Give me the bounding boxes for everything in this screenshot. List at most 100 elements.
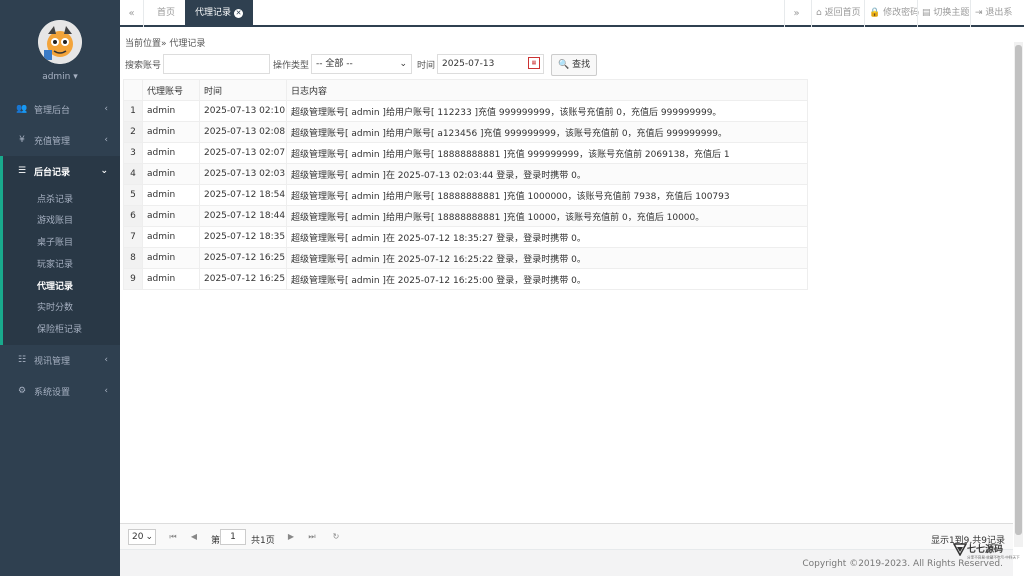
submenu-item-kill-records[interactable]: 点杀记录 — [37, 192, 73, 205]
scroll-tabs-right-button[interactable]: » — [784, 0, 808, 27]
vertical-scrollbar[interactable] — [1014, 42, 1023, 547]
row-number: 2 — [123, 121, 143, 143]
row-number-header — [123, 79, 143, 101]
username-dropdown[interactable]: admin ▾ — [0, 72, 120, 82]
yen-icon: ¥ — [19, 135, 25, 145]
prev-page-button[interactable]: ◀ — [186, 529, 202, 545]
cell-log: 超级管理账号[ admin ]在 2025-07-12 18:35:27 登录，… — [286, 226, 808, 248]
submenu-item-game-accounts[interactable]: 游戏账目 — [37, 213, 73, 226]
menu-label: 充值管理 — [34, 136, 71, 147]
cell-account: admin — [142, 184, 200, 206]
cell-log: 超级管理账号[ admin ]在 2025-07-13 02:03:44 登录，… — [286, 163, 808, 185]
column-header-account[interactable]: 代理账号 — [142, 79, 200, 101]
scrollbar-thumb[interactable] — [1015, 45, 1022, 535]
table-row[interactable]: 1admin2025-07-13 02:10:48超级管理账号[ admin ]… — [123, 100, 808, 122]
first-page-button[interactable]: ⏮ — [165, 529, 181, 545]
switch-theme-button[interactable]: ▤ 切换主题 — [917, 0, 973, 27]
cell-log: 超级管理账号[ admin ]给用户账号[ 18888888881 ]充值 99… — [286, 142, 808, 164]
cell-time: 2025-07-13 02:03:44 — [199, 163, 287, 185]
calendar-icon[interactable]: ▦ — [528, 57, 540, 69]
menu-label: 视讯管理 — [34, 356, 71, 367]
watermark-title: 七七源码 — [967, 545, 1004, 555]
operation-type-select[interactable]: -- 全部 -- ⌄ — [311, 54, 412, 74]
caret-down-icon: ▾ — [73, 72, 78, 82]
menu-item-admin[interactable]: 👥 管理后台 ‹ — [0, 94, 120, 124]
menu-item-video[interactable]: ☷ 视讯管理 ‹ — [0, 345, 120, 375]
menu-item-recharge[interactable]: ¥ 充值管理 ‹ — [0, 125, 120, 155]
row-number: 1 — [123, 100, 143, 122]
next-page-button[interactable]: ▶ — [283, 529, 299, 545]
page-size-value: 20 — [132, 532, 144, 542]
change-password-button[interactable]: 🔒 修改密码 — [864, 0, 923, 27]
submenu-records: 点杀记录 游戏账目 桌子账目 玩家记录 代理记录 实时分数 保险柜记录 — [0, 185, 120, 345]
scroll-tabs-left-button[interactable]: « — [120, 0, 144, 27]
lock-icon: 🔒 — [869, 8, 881, 18]
tab-home[interactable]: 首页 — [147, 0, 185, 27]
chevron-down-icon: ⌄ — [145, 532, 153, 542]
menu-item-settings[interactable]: ⚙ 系统设置 ‹ — [0, 376, 120, 406]
avatar[interactable] — [38, 20, 82, 64]
submenu-item-agent-records[interactable]: 代理记录 — [37, 279, 73, 292]
list-icon: ☰ — [17, 166, 27, 176]
row-number: 3 — [123, 142, 143, 164]
table-row[interactable]: 2admin2025-07-13 02:08:54超级管理账号[ admin ]… — [123, 121, 808, 143]
operation-type-label: 操作类型 — [273, 61, 310, 71]
row-number: 8 — [123, 247, 143, 269]
menu-item-records[interactable]: ☰ 后台记录 ⌄ — [0, 156, 120, 186]
cell-time: 2025-07-12 18:54:08 — [199, 184, 287, 206]
table-row[interactable]: 5admin2025-07-12 18:54:08超级管理账号[ admin ]… — [123, 184, 808, 206]
submenu-item-realtime-score[interactable]: 实时分数 — [37, 300, 73, 313]
cell-time: 2025-07-12 18:44:32 — [199, 205, 287, 227]
main-content: 当前位置» 代理记录 搜索账号 操作类型 -- 全部 -- ⌄ 时间 2025-… — [120, 29, 1024, 576]
cell-account: admin — [142, 121, 200, 143]
last-page-button[interactable]: ⏭ — [304, 529, 320, 545]
cell-log: 超级管理账号[ admin ]在 2025-07-12 16:25:00 登录，… — [286, 268, 808, 290]
tab-label: 首页 — [157, 8, 176, 18]
row-number: 5 — [123, 184, 143, 206]
table-row[interactable]: 8admin2025-07-12 16:25:22超级管理账号[ admin ]… — [123, 247, 808, 269]
table-row[interactable]: 9admin2025-07-12 16:25:00超级管理账号[ admin ]… — [123, 268, 808, 290]
cell-log: 超级管理账号[ admin ]在 2025-07-12 16:25:22 登录，… — [286, 247, 808, 269]
date-input[interactable]: 2025-07-13 ▦ — [437, 54, 544, 74]
account-label: 搜索账号 — [125, 61, 162, 71]
username-label: admin — [42, 72, 71, 82]
action-label: 切换主题 — [933, 8, 970, 18]
table-row[interactable]: 3admin2025-07-13 02:07:16超级管理账号[ admin ]… — [123, 142, 808, 164]
page-size-select[interactable]: 20 ⌄ — [128, 529, 156, 545]
cell-time: 2025-07-12 16:25:22 — [199, 247, 287, 269]
cell-log: 超级管理账号[ admin ]给用户账号[ 18888888881 ]充值 10… — [286, 205, 808, 227]
agent-records-table: 代理账号 时间 日志内容 1admin2025-07-13 02:10:48超级… — [123, 79, 808, 290]
gears-icon: ⚙ — [17, 386, 27, 396]
column-header-log[interactable]: 日志内容 — [286, 79, 808, 101]
menu-label: 后台记录 — [34, 167, 71, 178]
page-total: 共1页 — [251, 536, 275, 546]
table-row[interactable]: 6admin2025-07-12 18:44:32超级管理账号[ admin ]… — [123, 205, 808, 227]
table-row[interactable]: 7admin2025-07-12 18:35:27超级管理账号[ admin ]… — [123, 226, 808, 248]
page-number-input[interactable]: 1 — [220, 529, 246, 545]
date-value: 2025-07-13 — [442, 59, 495, 69]
cell-account: admin — [142, 226, 200, 248]
submenu-item-safe-records[interactable]: 保险柜记录 — [37, 322, 82, 335]
pagination-bar: 20 ⌄ ⏮ ◀ 第 1 共1页 ▶ ⏭ ↻ 显示1到9,共9记录 — [120, 523, 1013, 549]
account-search-input[interactable] — [163, 54, 270, 74]
submenu-item-player-records[interactable]: 玩家记录 — [37, 257, 73, 270]
cell-log: 超级管理账号[ admin ]给用户账号[ a123456 ]充值 999999… — [286, 121, 808, 143]
breadcrumb: 当前位置» 代理记录 — [125, 39, 206, 49]
logout-button[interactable]: ⇥ 退出系统 — [970, 0, 1024, 45]
cell-time: 2025-07-13 02:08:54 — [199, 121, 287, 143]
close-icon[interactable]: ✕ — [234, 9, 244, 18]
search-button[interactable]: 🔍 查找 — [551, 54, 598, 76]
watermark-logo-icon — [953, 543, 967, 556]
table-header-row: 代理账号 时间 日志内容 — [123, 79, 808, 101]
search-bar: 搜索账号 操作类型 -- 全部 -- ⌄ 时间 2025-07-13 ▦ 🔍 查… — [125, 53, 1005, 76]
tab-agent-records[interactable]: 代理记录 ✕ — [185, 0, 254, 27]
cell-account: admin — [142, 163, 200, 185]
chevron-left-icon: ‹ — [104, 104, 108, 114]
chevron-left-icon: ‹ — [104, 135, 108, 145]
refresh-icon[interactable]: ↻ — [328, 529, 344, 545]
table-row[interactable]: 4admin2025-07-13 02:03:44超级管理账号[ admin ]… — [123, 163, 808, 185]
menu-label: 管理后台 — [34, 105, 71, 116]
return-home-button[interactable]: ⌂ 返回首页 — [811, 0, 865, 27]
submenu-item-table-accounts[interactable]: 桌子账目 — [37, 235, 73, 248]
column-header-time[interactable]: 时间 — [199, 79, 287, 101]
